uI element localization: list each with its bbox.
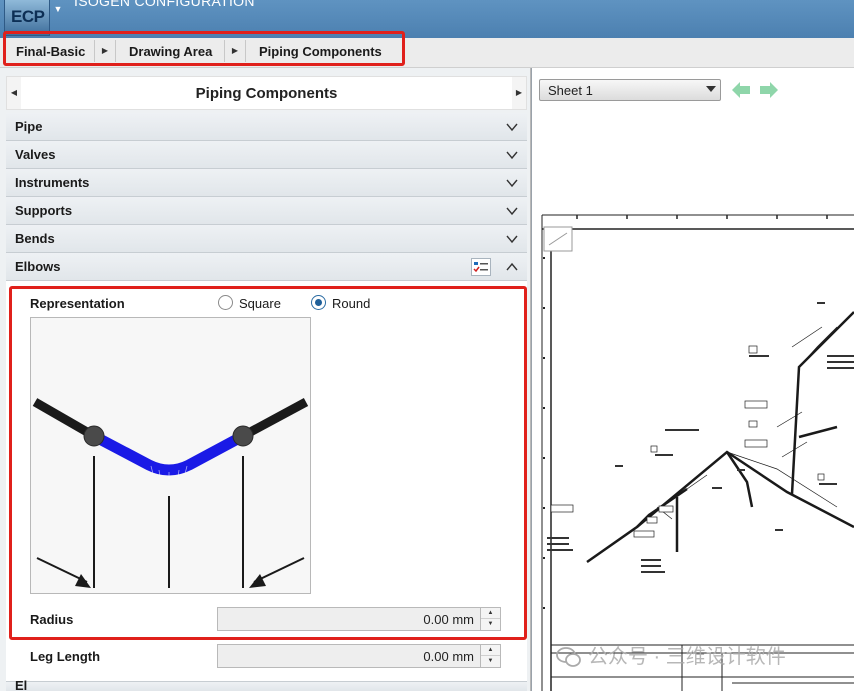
leg-length-value[interactable]: 0.00 mm [423, 645, 474, 668]
section-label: Supports [15, 203, 73, 218]
wechat-icon [556, 647, 581, 667]
section-pipe[interactable]: Pipe [6, 113, 527, 141]
spin-down-icon[interactable]: ▼ [481, 656, 500, 667]
section-label: Valves [15, 147, 56, 162]
section-next-partial[interactable]: El [6, 678, 527, 691]
chevron-down-icon [506, 235, 518, 244]
chevron-down-icon [706, 86, 716, 92]
logo-text: ECP [11, 7, 45, 26]
leg-length-spinner[interactable]: ▲ ▼ [480, 645, 500, 667]
chevron-up-icon [506, 262, 518, 271]
spin-up-icon[interactable]: ▲ [481, 645, 500, 656]
pane-splitter[interactable] [531, 68, 535, 691]
breadcrumb-highlight [3, 31, 405, 66]
chevron-down-icon [506, 151, 518, 160]
app-menu-arrow-icon[interactable]: ▼ [52, 2, 64, 16]
section-label: Elbows [15, 259, 61, 274]
section-label: El [15, 678, 28, 691]
panel-header: Piping Components ◀ ▶ [6, 76, 527, 110]
leg-length-label: Leg Length [30, 649, 101, 664]
section-label: Pipe [15, 119, 43, 134]
back-arrow-icon[interactable] [731, 81, 751, 99]
section-valves[interactable]: Valves [6, 141, 527, 169]
chevron-down-icon [506, 207, 518, 216]
section-instruments[interactable]: Instruments [6, 169, 527, 197]
panel-prev-icon[interactable]: ◀ [7, 77, 21, 109]
checklist-icon[interactable] [471, 258, 491, 276]
sheet-select-value: Sheet 1 [548, 83, 593, 98]
section-supports[interactable]: Supports [6, 197, 527, 225]
elbows-highlight [9, 286, 527, 640]
section-elbows[interactable]: Elbows [6, 253, 527, 281]
app-title: ISOGEN CONFIGURATION [74, 0, 255, 9]
chevron-down-icon [506, 123, 518, 132]
isometric-drawing [537, 207, 854, 691]
forward-arrow-icon[interactable] [759, 81, 779, 99]
panel-title: Piping Components [195, 85, 338, 102]
section-bends[interactable]: Bends [6, 225, 527, 253]
sheet-select[interactable]: Sheet 1 [539, 79, 721, 101]
panel-next-icon[interactable]: ▶ [512, 77, 526, 109]
chevron-down-icon [506, 179, 518, 188]
watermark-text: 公众号 · 三维设计软件 [588, 646, 786, 668]
section-label: Instruments [15, 175, 90, 190]
section-label: Bends [15, 231, 55, 246]
leg-length-field[interactable]: 0.00 mm ▲ ▼ [217, 644, 501, 668]
